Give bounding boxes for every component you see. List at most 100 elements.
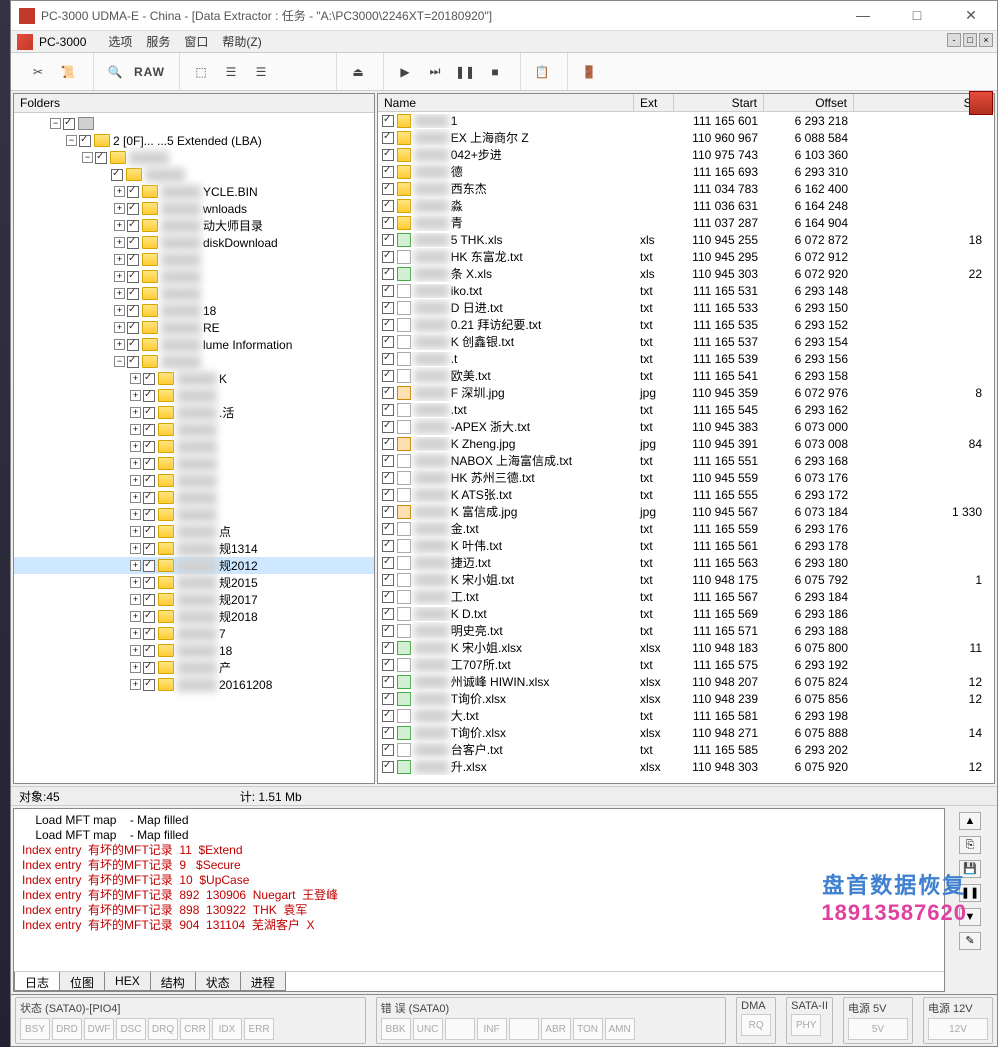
eject-icon[interactable]: ⏏ bbox=[347, 61, 369, 83]
expander-icon[interactable]: + bbox=[114, 186, 125, 197]
checkbox[interactable] bbox=[127, 356, 139, 368]
checkbox[interactable] bbox=[143, 509, 155, 521]
checkbox[interactable] bbox=[143, 373, 155, 385]
checkbox[interactable] bbox=[143, 492, 155, 504]
tree-row[interactable]: +xxxx7 bbox=[14, 625, 374, 642]
expander-icon[interactable]: + bbox=[130, 560, 141, 571]
tree-row[interactable]: +xxxx点 bbox=[14, 523, 374, 540]
tree-row[interactable]: +xxxx动大师目录 bbox=[14, 217, 374, 234]
tab-process[interactable]: 进程 bbox=[240, 972, 286, 991]
list-row[interactable]: 1xxiko.txttxt111 165 5316 293 148 bbox=[378, 282, 994, 299]
list-row[interactable]: 1xxK D.txttxt111 165 5696 293 186 bbox=[378, 605, 994, 622]
list-row[interactable]: 1xxT询价.xlsxxlsx110 948 2396 075 85612 bbox=[378, 690, 994, 707]
tree-row[interactable]: +xxxx18 bbox=[14, 642, 374, 659]
expander-icon[interactable]: + bbox=[130, 543, 141, 554]
tree-row[interactable]: −2 [0F]... ...5 Extended (LBA) bbox=[14, 132, 374, 149]
expander-icon[interactable]: + bbox=[114, 237, 125, 248]
checkbox[interactable] bbox=[382, 302, 394, 314]
menu-window[interactable]: 窗口 bbox=[184, 33, 208, 50]
mdi-close[interactable]: × bbox=[979, 33, 993, 47]
expander-icon[interactable]: − bbox=[50, 118, 61, 129]
checkbox[interactable] bbox=[79, 135, 91, 147]
tree-row[interactable]: +xxxx bbox=[14, 438, 374, 455]
tools-icon[interactable]: ✂ bbox=[27, 61, 49, 83]
list-row[interactable]: 1xxNABOX 上海富信成.txttxt111 165 5516 293 16… bbox=[378, 452, 994, 469]
tree-row[interactable]: +xxxx规2012 bbox=[14, 557, 374, 574]
raw-button[interactable]: RAW bbox=[134, 61, 165, 83]
checkbox[interactable] bbox=[382, 132, 394, 144]
checkbox[interactable] bbox=[382, 200, 394, 212]
checkbox[interactable] bbox=[143, 577, 155, 589]
checkbox[interactable] bbox=[143, 611, 155, 623]
expander-icon[interactable]: + bbox=[114, 322, 125, 333]
list-row[interactable]: 1xxK 富信成.jpgjpg110 945 5676 073 1841 330 bbox=[378, 503, 994, 520]
list-row[interactable]: 1xxHK 苏州三德.txttxt110 945 5596 073 176 bbox=[378, 469, 994, 486]
checkbox[interactable] bbox=[143, 475, 155, 487]
list-row[interactable]: 1xxK Zheng.jpgjpg110 945 3916 073 00884 bbox=[378, 435, 994, 452]
pause-icon[interactable]: ❚❚ bbox=[454, 61, 476, 83]
checkbox[interactable] bbox=[95, 152, 107, 164]
tab-log[interactable]: 日志 bbox=[14, 972, 60, 991]
checkbox[interactable] bbox=[63, 118, 75, 130]
filter2-icon[interactable]: ☰ bbox=[250, 61, 272, 83]
list-row[interactable]: 1xxK 叶伟.txttxt111 165 5616 293 178 bbox=[378, 537, 994, 554]
checkbox[interactable] bbox=[127, 237, 139, 249]
checkbox[interactable] bbox=[127, 220, 139, 232]
checkbox[interactable] bbox=[382, 319, 394, 331]
expander-icon[interactable]: − bbox=[114, 356, 125, 367]
tab-state[interactable]: 状态 bbox=[195, 972, 241, 991]
checkbox[interactable] bbox=[111, 169, 123, 181]
write-log-icon[interactable]: ✎ bbox=[959, 932, 981, 950]
expander-icon[interactable]: + bbox=[130, 492, 141, 503]
tab-struct[interactable]: 结构 bbox=[150, 972, 196, 991]
list-row[interactable]: 1xx淼111 036 6316 164 248 bbox=[378, 197, 994, 214]
list-row[interactable]: 1xxD 日进.txttxt111 165 5336 293 150 bbox=[378, 299, 994, 316]
folder-tree[interactable]: −−2 [0F]... ...5 Extended (LBA)−xxxxxxxx… bbox=[14, 113, 374, 783]
checkbox[interactable] bbox=[382, 761, 394, 773]
checkbox[interactable] bbox=[127, 186, 139, 198]
list-row[interactable]: 1xxK ATS张.txttxt111 165 5556 293 172 bbox=[378, 486, 994, 503]
checkbox[interactable] bbox=[143, 407, 155, 419]
menu-services[interactable]: 服务 bbox=[146, 33, 170, 50]
list-row[interactable]: 1xx台客户.txttxt111 165 5856 293 202 bbox=[378, 741, 994, 758]
exit-icon[interactable]: 🚪 bbox=[578, 61, 600, 83]
expander-icon[interactable]: + bbox=[130, 390, 141, 401]
filter1-icon[interactable]: ☰ bbox=[220, 61, 242, 83]
checkbox[interactable] bbox=[382, 234, 394, 246]
tree-row[interactable]: −xxxx bbox=[14, 353, 374, 370]
checkbox[interactable] bbox=[382, 370, 394, 382]
play-icon[interactable]: ▶ bbox=[394, 61, 416, 83]
expander-icon[interactable]: + bbox=[114, 203, 125, 214]
tree-row[interactable]: +xxxx20161208 bbox=[14, 676, 374, 693]
tree-row[interactable]: +xxxxdiskDownload bbox=[14, 234, 374, 251]
export-icon[interactable]: ⬚ bbox=[190, 61, 212, 83]
list-row[interactable]: 1xx青111 037 2876 164 904 bbox=[378, 214, 994, 231]
checkbox[interactable] bbox=[382, 744, 394, 756]
log-text[interactable]: Load MFT map - Map filled Load MFT map -… bbox=[14, 809, 944, 971]
expander-icon[interactable]: + bbox=[130, 679, 141, 690]
checkbox[interactable] bbox=[127, 203, 139, 215]
minimize-button[interactable]: — bbox=[845, 7, 881, 24]
expander-icon[interactable]: + bbox=[130, 628, 141, 639]
expander-icon[interactable]: − bbox=[82, 152, 93, 163]
checkbox[interactable] bbox=[382, 710, 394, 722]
expander-icon[interactable]: + bbox=[114, 305, 125, 316]
checkbox[interactable] bbox=[143, 543, 155, 555]
list-row[interactable]: 1xx5 THK.xlsxls110 945 2556 072 87218 bbox=[378, 231, 994, 248]
list-row[interactable]: 1xx0.21 拜访纪要.txttxt111 165 5356 293 152 bbox=[378, 316, 994, 333]
checkbox[interactable] bbox=[382, 455, 394, 467]
expander-icon[interactable]: + bbox=[130, 373, 141, 384]
checkbox[interactable] bbox=[382, 523, 394, 535]
checkbox[interactable] bbox=[382, 472, 394, 484]
checkbox[interactable] bbox=[127, 271, 139, 283]
tree-row[interactable]: +xxxx规1314 bbox=[14, 540, 374, 557]
list-row[interactable]: 1xx.txttxt111 165 5456 293 162 bbox=[378, 401, 994, 418]
checkbox[interactable] bbox=[382, 421, 394, 433]
checkbox[interactable] bbox=[143, 594, 155, 606]
expander-icon[interactable]: + bbox=[130, 611, 141, 622]
list-row[interactable]: 1xx捷迈.txttxt111 165 5636 293 180 bbox=[378, 554, 994, 571]
tree-row[interactable]: +xxxx bbox=[14, 506, 374, 523]
checkbox[interactable] bbox=[382, 642, 394, 654]
checkbox[interactable] bbox=[382, 115, 394, 127]
checkbox[interactable] bbox=[382, 268, 394, 280]
